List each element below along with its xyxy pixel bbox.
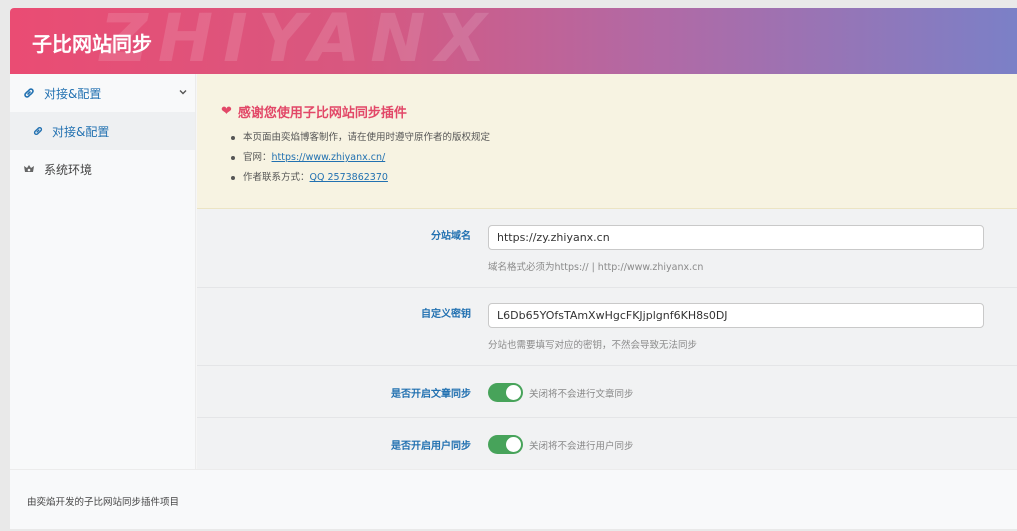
chevron-down-icon[interactable] xyxy=(177,86,189,98)
notice-item-copyright: 本页面由奕焰博客制作，请在使用时遵守原作者的版权规定 xyxy=(231,131,490,151)
notice-heading-text: 感谢您使用子比网站同步插件 xyxy=(237,106,407,121)
secret-label: 自定义密钥 xyxy=(421,309,471,320)
notice-heading: ❤ 感谢您使用子比网站同步插件 xyxy=(221,102,407,121)
page-header: ZHIYANX 子比网站同步 xyxy=(10,8,1017,74)
row-sync-posts: 是否开启文章同步 关闭将不会进行文章同步 xyxy=(197,366,1017,418)
sidebar-item-system[interactable]: 系统环境 xyxy=(10,150,195,188)
secret-desc: 分站也需要填写对应的密钥，不然会导致无法同步 xyxy=(488,340,698,351)
notice-item-site: 官网：https://www.zhiyanx.cn/ xyxy=(231,151,490,171)
domain-input[interactable] xyxy=(488,225,984,250)
notice-box: ❤ 感谢您使用子比网站同步插件 本页面由奕焰博客制作，请在使用时遵守原作者的版权… xyxy=(197,74,1017,209)
footer: 由奕焰开发的子比网站同步插件项目 xyxy=(10,469,1017,529)
sync-posts-desc: 关闭将不会进行文章同步 xyxy=(529,389,634,400)
sidebar-item-config[interactable]: 对接&配置 xyxy=(10,112,195,150)
sync-users-label: 是否开启用户同步 xyxy=(391,441,471,452)
sidebar-item-label: 对接&配置 xyxy=(44,86,102,101)
page-title: 子比网站同步 xyxy=(32,32,152,56)
row-domain: 分站域名 域名格式必须为https:// | http://www.zhiyan… xyxy=(197,209,1017,288)
site-link[interactable]: https://www.zhiyanx.cn/ xyxy=(272,152,386,163)
secret-input[interactable] xyxy=(488,303,984,328)
link-icon xyxy=(22,86,36,100)
notice-list: 本页面由奕焰博客制作，请在使用时遵守原作者的版权规定 官网：https://ww… xyxy=(231,131,490,191)
contact-link[interactable]: QQ 2573862370 xyxy=(310,172,388,183)
sync-users-desc: 关闭将不会进行用户同步 xyxy=(529,441,634,452)
sidebar: 对接&配置 对接&配置 系统环境 xyxy=(10,74,196,469)
settings-icon xyxy=(22,162,36,176)
footer-text: 由奕焰开发的子比网站同步插件项目 xyxy=(27,497,180,508)
sidebar-item-label: 对接&配置 xyxy=(52,124,110,139)
header-watermark: ZHIYANX xyxy=(100,8,497,74)
sidebar-item-config-group[interactable]: 对接&配置 xyxy=(10,74,195,112)
sidebar-item-label: 系统环境 xyxy=(44,162,93,177)
link-icon xyxy=(32,125,44,137)
main-content: ❤ 感谢您使用子比网站同步插件 本页面由奕焰博客制作，请在使用时遵守原作者的版权… xyxy=(197,74,1017,469)
domain-label: 分站域名 xyxy=(431,231,471,242)
heart-icon: ❤ xyxy=(221,104,232,119)
sync-posts-label: 是否开启文章同步 xyxy=(391,389,471,400)
row-secret: 自定义密钥 分站也需要填写对应的密钥，不然会导致无法同步 xyxy=(197,288,1017,366)
domain-desc: 域名格式必须为https:// | http://www.zhiyanx.cn xyxy=(488,262,704,273)
notice-item-contact: 作者联系方式：QQ 2573862370 xyxy=(231,171,490,191)
row-sync-users: 是否开启用户同步 关闭将不会进行用户同步 xyxy=(197,418,1017,469)
toggle-knob xyxy=(506,437,521,452)
sync-posts-toggle[interactable] xyxy=(488,383,523,402)
sync-users-toggle[interactable] xyxy=(488,435,523,454)
toggle-knob xyxy=(506,385,521,400)
settings-panel: ZHIYANX 子比网站同步 对接&配置 对接&配置 系统环境 ❤ 感谢您使用子… xyxy=(10,8,1017,529)
